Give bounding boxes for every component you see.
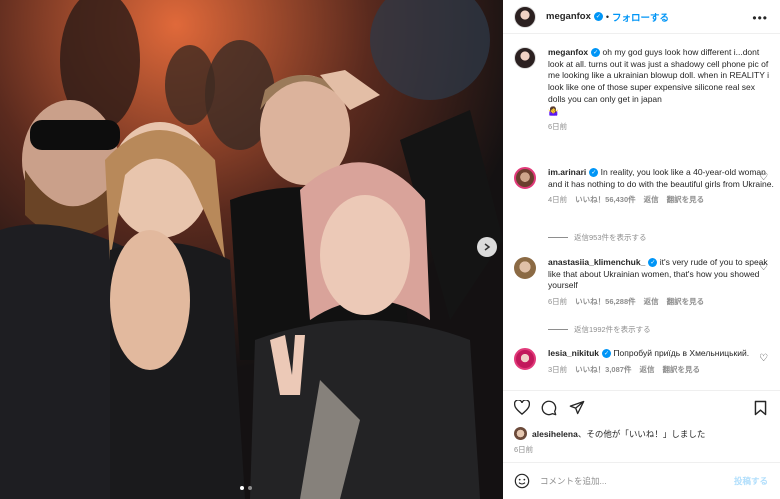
reply-button[interactable]: 返信 (644, 297, 659, 307)
chevron-right-icon (484, 243, 491, 251)
separator: • (605, 11, 610, 22)
caption-time: 6日前 (548, 122, 568, 132)
follow-button[interactable]: フォローする (612, 10, 669, 24)
view-replies-label[interactable]: 返信953件を表示する (574, 232, 647, 243)
comment-username[interactable]: anastasiia_klimenchuk_ (548, 257, 645, 267)
comment-likes[interactable]: いいね！3,087件 (575, 365, 631, 375)
verified-badge-icon: ✓ (602, 349, 612, 359)
post-sidebar: meganfox ✓ • フォローする ••• meganfox ✓ oh my … (503, 0, 780, 499)
avatar[interactable] (514, 167, 536, 189)
comments-list[interactable]: meganfox ✓ oh my god guys look how differ… (503, 34, 780, 390)
reply-button[interactable]: 返信 (639, 365, 654, 375)
translate-button[interactable]: 翻訳を見る (667, 297, 705, 307)
bookmark-icon[interactable] (754, 400, 767, 416)
comment: im.arinari ✓ In reality, you look like a … (514, 167, 774, 237)
view-replies[interactable]: 返信953件を表示する (548, 232, 647, 243)
share-icon[interactable] (569, 400, 585, 415)
reply-button[interactable]: 返信 (644, 195, 659, 205)
view-replies[interactable]: 返信1992件を表示する (548, 324, 651, 335)
verified-badge-icon: ✓ (589, 168, 599, 178)
avatar[interactable] (514, 257, 536, 279)
action-bar (503, 390, 780, 424)
comment-likes[interactable]: いいね！56,430件 (575, 195, 635, 205)
liked-by-user[interactable]: alesihelena (532, 429, 578, 439)
heart-icon[interactable] (514, 400, 530, 415)
comment: lesia_nikituk ✓ Попробуй приїдь в Хмельни… (514, 348, 772, 390)
comment-like-heart-icon[interactable]: ♡ (759, 262, 768, 273)
carousel-dot (240, 486, 244, 490)
post-time[interactable]: 6日前 (514, 444, 533, 455)
comment-time: 3日前 (548, 364, 568, 374)
comment-like-heart-icon[interactable]: ♡ (759, 353, 768, 364)
verified-badge-icon: ✓ (593, 12, 603, 21)
carousel-indicator (240, 486, 252, 490)
comment-time: 4日前 (548, 195, 568, 205)
comment-icon[interactable] (541, 400, 557, 416)
comment-like-heart-icon[interactable]: ♡ (759, 172, 768, 183)
verified-badge-icon: ✓ (648, 258, 658, 268)
photo-illustration (0, 0, 503, 499)
view-replies-label[interactable]: 返信1992件を表示する (574, 324, 651, 335)
emoji: 🤷‍♀️ (548, 105, 559, 116)
comment-text: Попробуй приїдь в Хмельницький. (613, 348, 750, 358)
comment-time: 6日前 (548, 297, 568, 307)
post-header: meganfox ✓ • フォローする ••• (503, 0, 780, 34)
replies-divider (548, 329, 568, 330)
next-photo-button[interactable] (477, 237, 497, 257)
liked-by-suffix: 、その他が「いいね！」しました (577, 428, 706, 439)
more-icon[interactable]: ••• (752, 11, 768, 25)
comment-username[interactable]: lesia_nikituk (548, 348, 599, 358)
comment-likes[interactable]: いいね！56,288件 (575, 297, 635, 307)
avatar (514, 427, 527, 440)
caption: meganfox ✓ oh my god guys look how differ… (514, 47, 772, 157)
comment-composer: 投稿する (503, 462, 780, 499)
post-comment-button[interactable]: 投稿する (734, 475, 768, 487)
post-photo[interactable] (0, 0, 503, 499)
avatar[interactable] (514, 5, 536, 28)
emoji-icon[interactable] (514, 473, 530, 489)
comment: anastasiia_klimenchuk_ ✓ it's very rude o… (514, 257, 772, 327)
comment-input[interactable] (540, 476, 720, 486)
translate-button[interactable]: 翻訳を見る (667, 195, 705, 205)
likes-summary[interactable]: alesihelena、その他が「いいね！」しました (514, 427, 705, 440)
caption-username[interactable]: meganfox (548, 47, 588, 57)
author-username[interactable]: meganfox (546, 11, 591, 22)
avatar[interactable] (514, 47, 536, 69)
verified-badge-icon: ✓ (591, 48, 601, 58)
comment-username[interactable]: im.arinari (548, 167, 586, 177)
carousel-dot (248, 486, 252, 490)
replies-divider (548, 237, 568, 238)
translate-button[interactable]: 翻訳を見る (662, 365, 700, 375)
avatar[interactable] (514, 348, 536, 370)
